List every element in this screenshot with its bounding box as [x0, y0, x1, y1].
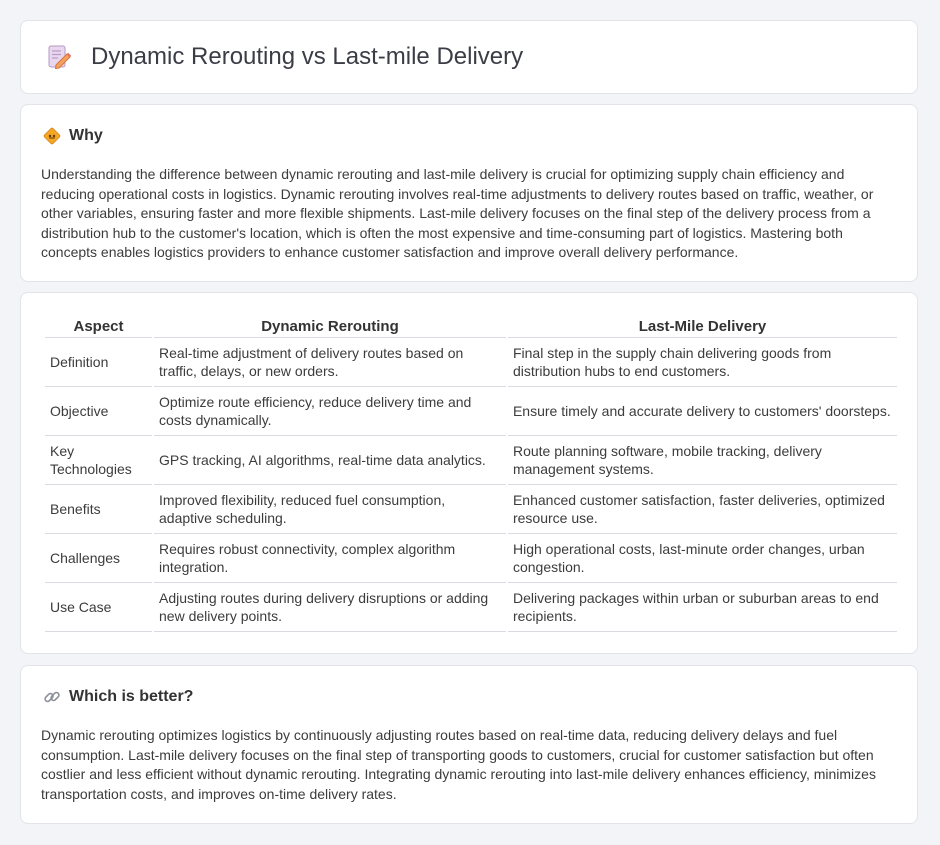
aspect-cell: Key Technologies [45, 436, 153, 485]
better-text: Dynamic rerouting optimizes logistics by… [41, 727, 876, 802]
aspect-cell: Challenges [45, 534, 153, 583]
header-aspect: Aspect [45, 316, 153, 338]
better-heading: Which is better? [43, 688, 193, 706]
table-header-row: Aspect Dynamic Rerouting Last-Mile Deliv… [45, 316, 897, 338]
lastmile-cell: Delivering packages within urban or subu… [507, 583, 897, 632]
diamond-sign-icon [43, 127, 61, 145]
table-row: Definition Real-time adjustment of deliv… [45, 338, 897, 387]
document-pencil-icon [48, 45, 72, 70]
table-row: Key Technologies GPS tracking, AI algori… [45, 436, 897, 485]
dynamic-cell: Improved flexibility, reduced fuel consu… [154, 485, 506, 534]
aspect-cell: Definition [45, 338, 153, 387]
dynamic-cell: Requires robust connectivity, complex al… [154, 534, 506, 583]
lastmile-cell: Final step in the supply chain deliverin… [507, 338, 897, 387]
dynamic-cell: Optimize route efficiency, reduce delive… [154, 387, 506, 436]
header-dynamic-rerouting: Dynamic Rerouting [154, 316, 506, 338]
lastmile-cell: Route planning software, mobile tracking… [507, 436, 897, 485]
aspect-cell: Use Case [45, 583, 153, 632]
table-row: Benefits Improved flexibility, reduced f… [45, 485, 897, 534]
table-row: Objective Optimize route efficiency, red… [45, 387, 897, 436]
why-heading: Why [43, 127, 103, 145]
comparison-table: Aspect Dynamic Rerouting Last-Mile Deliv… [43, 316, 899, 632]
table-row: Use Case Adjusting routes during deliver… [45, 583, 897, 632]
page-title: Dynamic Rerouting vs Last-mile Delivery [91, 43, 524, 70]
dynamic-cell: GPS tracking, AI algorithms, real-time d… [154, 436, 506, 485]
link-icon [44, 691, 60, 703]
aspect-cell: Benefits [45, 485, 153, 534]
table-row: Challenges Requires robust connectivity,… [45, 534, 897, 583]
why-title: Why [69, 127, 103, 144]
dynamic-cell: Adjusting routes during delivery disrupt… [154, 583, 506, 632]
lastmile-cell: Enhanced customer satisfaction, faster d… [507, 485, 897, 534]
title-card: Dynamic Rerouting vs Last-mile Delivery [20, 20, 918, 94]
better-title: Which is better? [69, 688, 194, 705]
lastmile-cell: High operational costs, last-minute orde… [507, 534, 897, 583]
dynamic-cell: Real-time adjustment of delivery routes … [154, 338, 506, 387]
title-row: Dynamic Rerouting vs Last-mile Delivery [45, 43, 523, 71]
lastmile-cell: Ensure timely and accurate delivery to c… [507, 387, 897, 436]
aspect-cell: Objective [45, 387, 153, 436]
which-is-better-section: Which is better? Dynamic rerouting optim… [20, 665, 918, 824]
why-text: Understanding the difference between dyn… [41, 166, 874, 261]
header-last-mile-delivery: Last-Mile Delivery [507, 316, 897, 338]
why-section: Why Understanding the difference between… [20, 104, 918, 282]
comparison-section: Aspect Dynamic Rerouting Last-Mile Deliv… [20, 292, 918, 654]
